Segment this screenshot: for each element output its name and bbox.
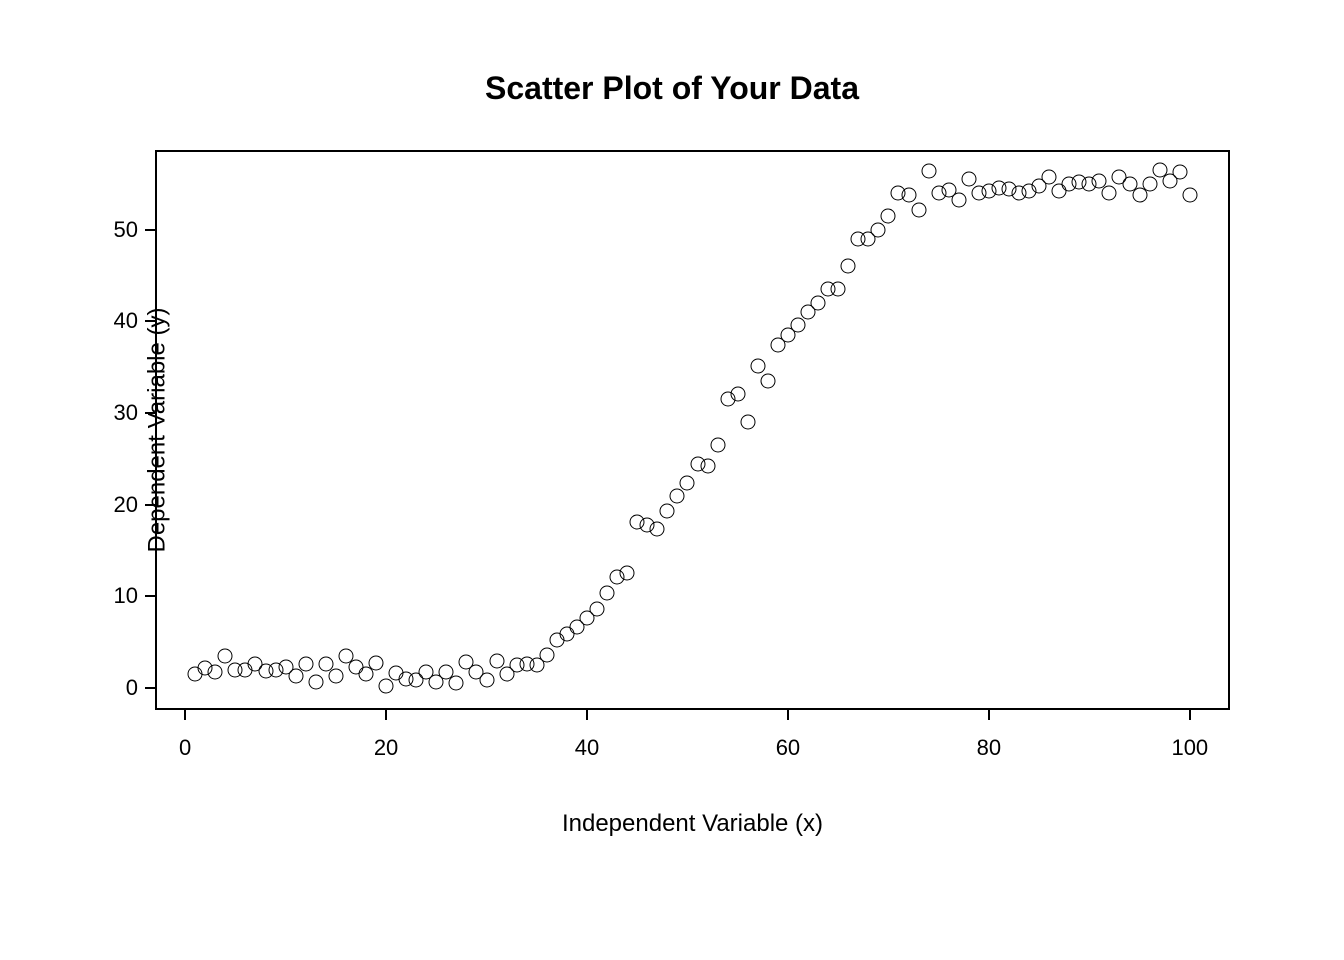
data-point <box>901 187 916 202</box>
data-point <box>600 585 615 600</box>
x-tick-mark <box>988 710 990 720</box>
chart-container: Scatter Plot of Your Data Dependent Vari… <box>0 0 1344 960</box>
data-point <box>379 679 394 694</box>
x-tick-label: 20 <box>374 735 398 761</box>
y-tick-mark <box>145 229 155 231</box>
data-point <box>871 222 886 237</box>
data-point <box>831 282 846 297</box>
y-tick-mark <box>145 412 155 414</box>
y-tick-mark <box>145 687 155 689</box>
data-point <box>650 522 665 537</box>
data-point <box>590 602 605 617</box>
chart-title: Scatter Plot of Your Data <box>0 70 1344 107</box>
y-tick-label: 20 <box>98 492 138 518</box>
data-point <box>760 373 775 388</box>
data-point <box>750 359 765 374</box>
data-point <box>620 565 635 580</box>
data-point <box>298 657 313 672</box>
y-tick-label: 30 <box>98 400 138 426</box>
y-tick-label: 0 <box>98 675 138 701</box>
data-point <box>1182 187 1197 202</box>
data-point <box>680 475 695 490</box>
data-point <box>1142 176 1157 191</box>
data-point <box>308 674 323 689</box>
data-point <box>218 648 233 663</box>
data-point <box>449 676 464 691</box>
y-tick-label: 10 <box>98 583 138 609</box>
data-point <box>489 653 504 668</box>
y-tick-mark <box>145 595 155 597</box>
y-tick-label: 50 <box>98 217 138 243</box>
y-tick-mark <box>145 320 155 322</box>
data-point <box>790 318 805 333</box>
x-tick-label: 100 <box>1171 735 1208 761</box>
data-point <box>740 415 755 430</box>
plot-area <box>155 150 1230 710</box>
y-tick-label: 40 <box>98 308 138 334</box>
x-tick-label: 40 <box>575 735 599 761</box>
data-point <box>1172 164 1187 179</box>
x-tick-mark <box>787 710 789 720</box>
data-point <box>921 164 936 179</box>
data-point <box>670 488 685 503</box>
data-point <box>1102 186 1117 201</box>
data-point <box>730 386 745 401</box>
data-point <box>700 459 715 474</box>
x-tick-mark <box>586 710 588 720</box>
data-point <box>881 208 896 223</box>
x-tick-label: 0 <box>179 735 191 761</box>
data-point <box>369 656 384 671</box>
data-point <box>328 669 343 684</box>
data-point <box>911 203 926 218</box>
data-point <box>479 672 494 687</box>
data-point <box>288 669 303 684</box>
y-tick-mark <box>145 504 155 506</box>
data-point <box>951 193 966 208</box>
data-point <box>961 172 976 187</box>
x-axis-label: Independent Variable (x) <box>155 810 1230 838</box>
data-point <box>811 296 826 311</box>
data-point <box>208 664 223 679</box>
x-tick-label: 80 <box>977 735 1001 761</box>
data-point <box>841 259 856 274</box>
x-tick-label: 60 <box>776 735 800 761</box>
data-point <box>539 648 554 663</box>
data-point <box>660 504 675 519</box>
x-tick-mark <box>184 710 186 720</box>
data-point <box>710 438 725 453</box>
data-point <box>1042 169 1057 184</box>
x-tick-mark <box>1189 710 1191 720</box>
x-tick-mark <box>385 710 387 720</box>
